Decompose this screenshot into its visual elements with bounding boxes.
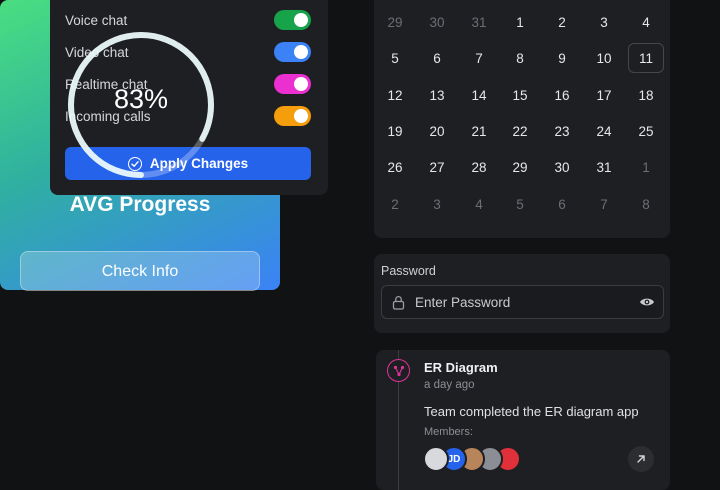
calendar-day[interactable]: 30 <box>419 7 455 37</box>
calendar-day[interactable]: 26 <box>377 152 413 182</box>
diagram-icon <box>387 359 410 382</box>
avatar[interactable] <box>423 446 449 472</box>
toggle-switch[interactable] <box>274 74 311 94</box>
eye-icon[interactable] <box>639 296 655 308</box>
progress-title: AVG Progress <box>69 193 211 216</box>
toggle-row: Voice chat <box>65 9 311 31</box>
calendar-day[interactable]: 9 <box>544 43 580 73</box>
password-input[interactable] <box>415 286 625 318</box>
timeline-card: ER Diagram a day ago Team completed the … <box>376 350 670 490</box>
calendar-day[interactable]: 4 <box>461 189 497 219</box>
calendar-day[interactable]: 17 <box>586 80 622 110</box>
calendar: 29 30 31 1 2 3 4 5 6 7 8 9 10 11 12 13 14 15 16 17 18 19 20 21 2… <box>374 0 670 238</box>
toggle-knob <box>294 109 308 123</box>
calendar-day[interactable]: 20 <box>419 116 455 146</box>
calendar-day[interactable]: 8 <box>628 189 664 219</box>
calendar-day[interactable]: 29 <box>502 152 538 182</box>
members-label: Members: <box>424 426 473 438</box>
calendar-day[interactable]: 7 <box>461 43 497 73</box>
calendar-day[interactable]: 12 <box>377 80 413 110</box>
arrow-up-right-icon <box>637 455 645 463</box>
toggle-knob <box>294 45 308 59</box>
calendar-day[interactable]: 8 <box>502 43 538 73</box>
calendar-day[interactable]: 18 <box>628 80 664 110</box>
calendar-day[interactable]: 6 <box>419 43 455 73</box>
progress-value: 83% <box>113 84 169 114</box>
calendar-day[interactable]: 19 <box>377 116 413 146</box>
calendar-day[interactable]: 24 <box>586 116 622 146</box>
check-info-button[interactable]: Check Info <box>20 251 260 291</box>
password-label: Password <box>381 264 436 278</box>
calendar-day[interactable]: 2 <box>377 189 413 219</box>
calendar-day[interactable]: 6 <box>544 189 580 219</box>
calendar-day[interactable]: 14 <box>461 80 497 110</box>
timeline-time: a day ago <box>424 379 475 391</box>
lock-icon <box>392 296 405 310</box>
calendar-day-today[interactable]: 11 <box>628 43 664 73</box>
timeline-description: Team completed the ER diagram app <box>424 404 639 419</box>
calendar-day[interactable]: 10 <box>586 43 622 73</box>
toggle-knob <box>294 77 308 91</box>
calendar-day[interactable]: 31 <box>586 152 622 182</box>
calendar-day[interactable]: 13 <box>419 80 455 110</box>
calendar-day[interactable]: 27 <box>419 152 455 182</box>
calendar-day[interactable]: 21 <box>461 116 497 146</box>
calendar-day[interactable]: 30 <box>544 152 580 182</box>
calendar-day[interactable]: 3 <box>586 7 622 37</box>
password-card: Password <box>374 254 670 333</box>
calendar-day[interactable]: 31 <box>461 7 497 37</box>
calendar-day[interactable]: 7 <box>586 189 622 219</box>
calendar-day[interactable]: 2 <box>544 7 580 37</box>
password-field <box>381 285 664 319</box>
calendar-day[interactable]: 3 <box>419 189 455 219</box>
toggle-switch[interactable] <box>274 106 311 126</box>
calendar-day[interactable]: 15 <box>502 80 538 110</box>
calendar-day[interactable]: 5 <box>377 43 413 73</box>
calendar-day[interactable]: 5 <box>502 189 538 219</box>
timeline-title: ER Diagram <box>424 360 498 375</box>
calendar-day[interactable]: 25 <box>628 116 664 146</box>
calendar-day[interactable]: 28 <box>461 152 497 182</box>
calendar-day[interactable]: 1 <box>502 7 538 37</box>
open-link-button[interactable] <box>628 446 654 472</box>
calendar-day[interactable]: 22 <box>502 116 538 146</box>
calendar-day[interactable]: 16 <box>544 80 580 110</box>
toggle-knob <box>294 13 308 27</box>
calendar-day[interactable]: 1 <box>628 152 664 182</box>
toggle-label: Voice chat <box>65 12 128 28</box>
toggle-switch[interactable] <box>274 10 311 30</box>
calendar-day[interactable]: 23 <box>544 116 580 146</box>
calendar-day[interactable]: 4 <box>628 7 664 37</box>
toggle-switch[interactable] <box>274 42 311 62</box>
calendar-day[interactable]: 29 <box>377 7 413 37</box>
